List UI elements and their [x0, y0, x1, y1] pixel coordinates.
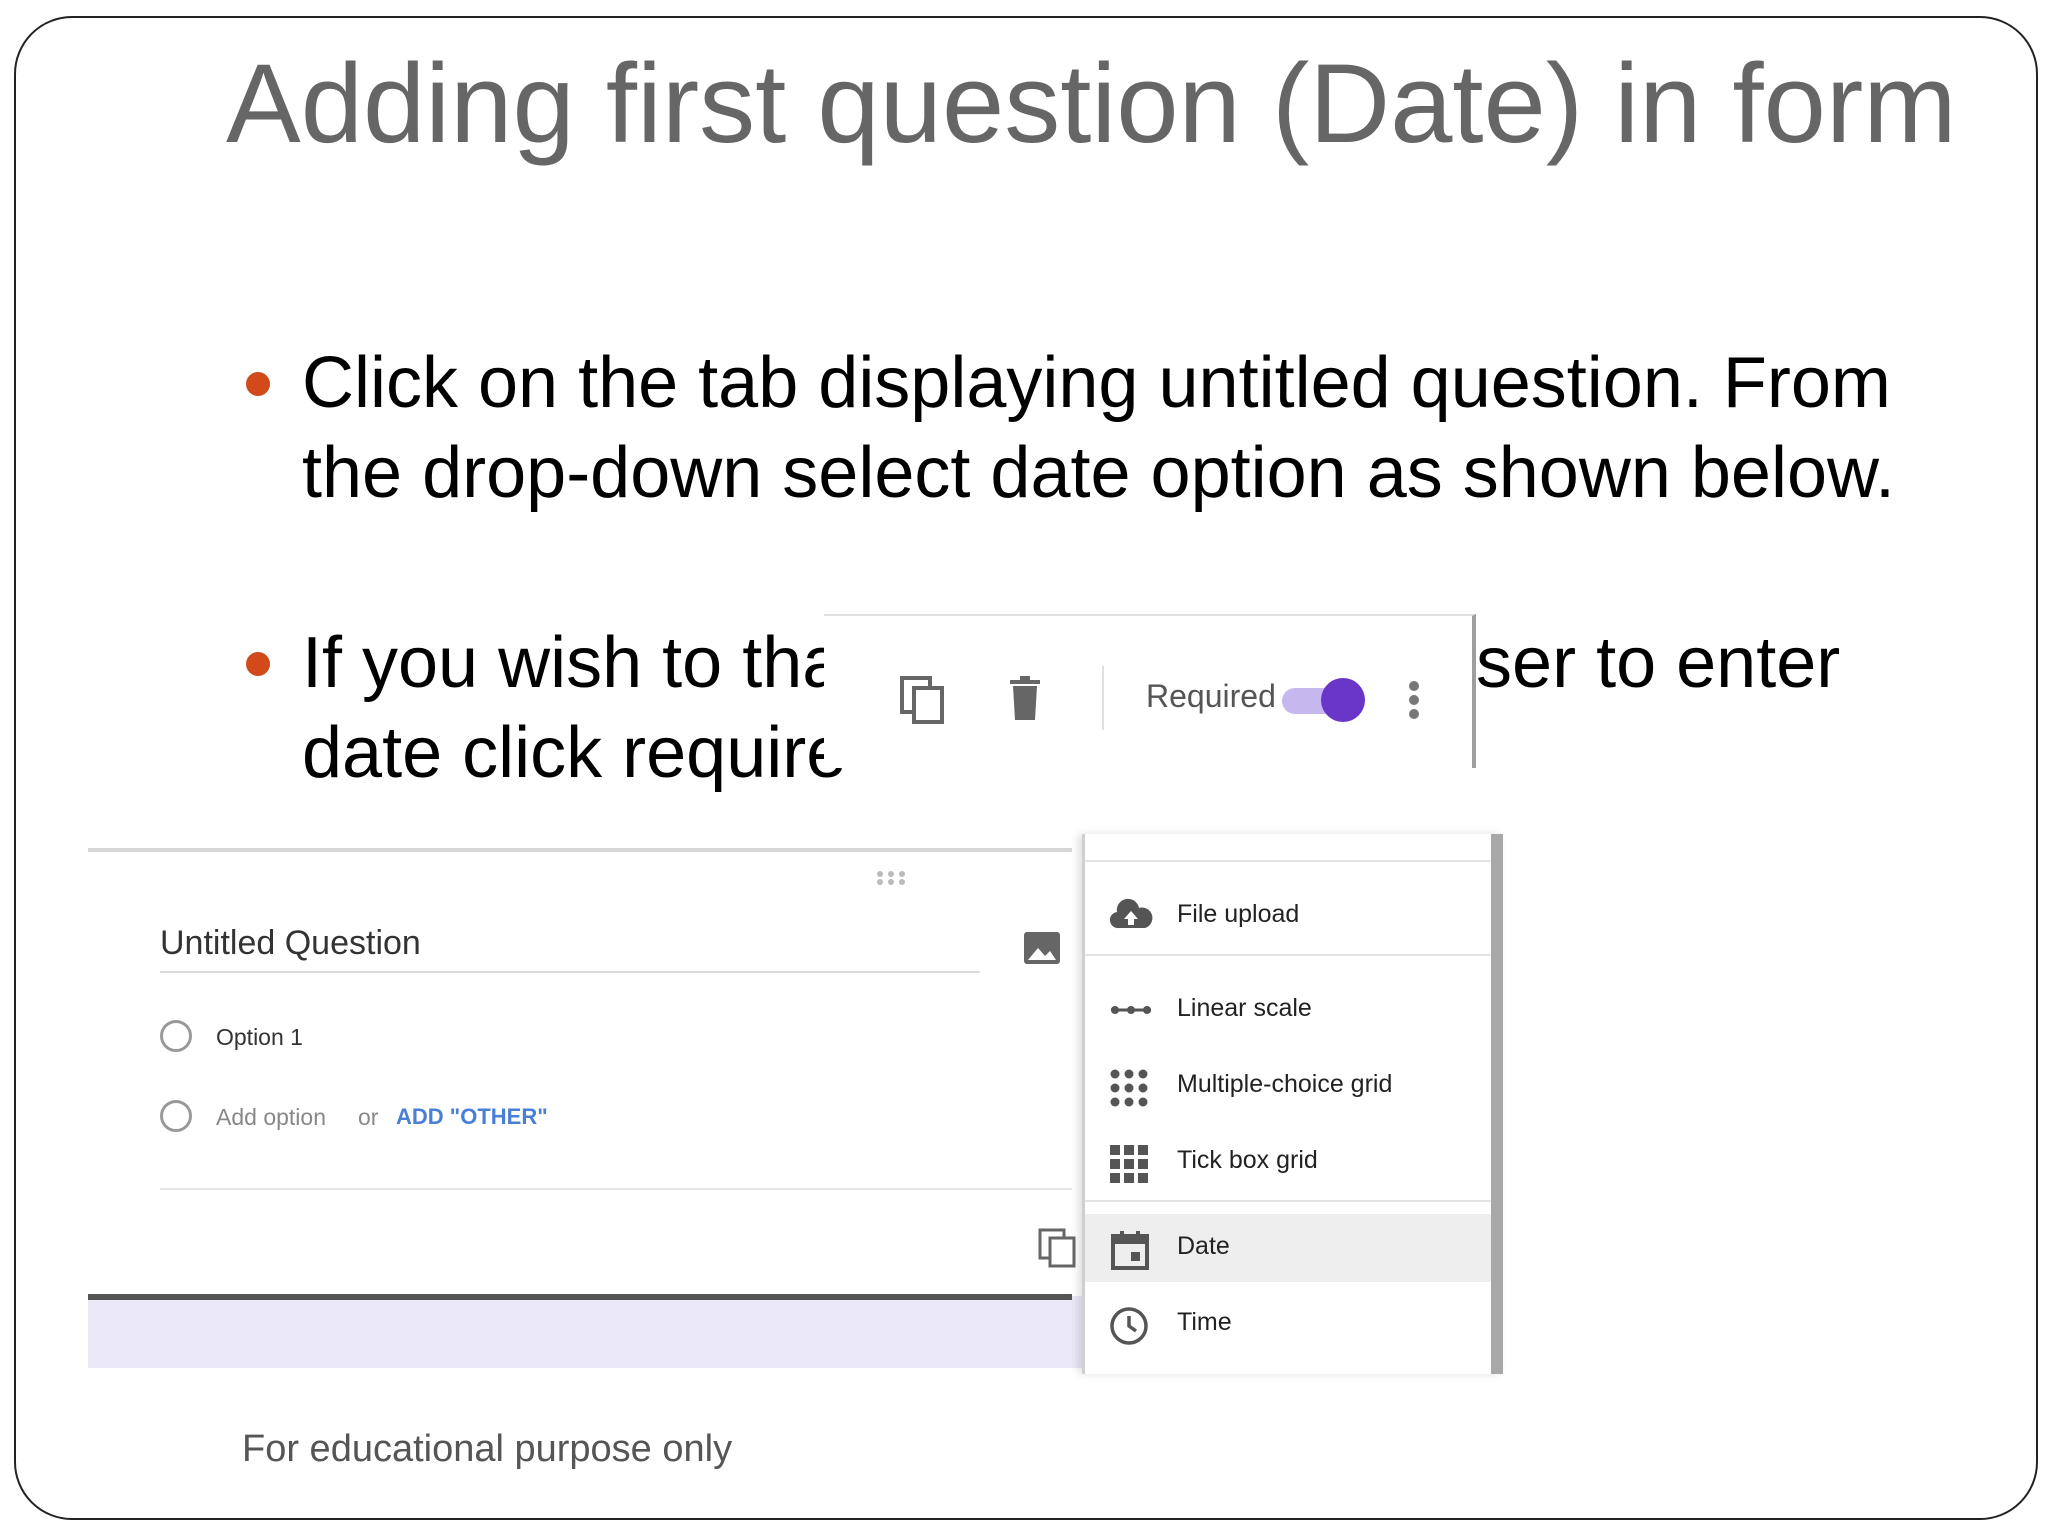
- add-other-link[interactable]: ADD "OTHER": [396, 1104, 548, 1130]
- add-option-radio: [160, 1100, 192, 1132]
- calendar-icon: [1109, 1230, 1153, 1270]
- menu-divider: [1085, 1200, 1491, 1202]
- bullet-dot-icon: [246, 652, 270, 676]
- footer-note: For educational purpose only: [242, 1428, 733, 1470]
- menu-item-time[interactable]: Time: [1085, 1290, 1491, 1358]
- bullet-item: Click on the tab displaying untitled que…: [226, 338, 1986, 518]
- menu-item-tick-box-grid[interactable]: Tick box grid: [1085, 1128, 1491, 1196]
- bullet-list: Click on the tab displaying untitled que…: [226, 338, 1986, 538]
- menu-item-multiple-choice-grid[interactable]: Multiple-choice grid: [1085, 1052, 1491, 1120]
- menu-divider: [1085, 860, 1491, 862]
- menu-item-label: Time: [1177, 1308, 1232, 1336]
- bullet-text-continued: user to enter: [1436, 623, 1841, 703]
- linear-scale-icon: [1109, 992, 1153, 1028]
- card-divider: [160, 1188, 1072, 1190]
- bullet-dot-icon: [246, 372, 270, 396]
- image-icon[interactable]: [1024, 932, 1060, 969]
- add-option-link[interactable]: Add option: [216, 1104, 326, 1131]
- toolbar-divider: [1102, 666, 1104, 730]
- more-vert-icon[interactable]: [1408, 680, 1420, 725]
- clock-icon: [1109, 1306, 1153, 1345]
- bullet-text-continued: date click require: [302, 713, 847, 793]
- bullet-text: Click on the tab displaying untitled que…: [302, 343, 1896, 513]
- cloud-upload-icon: [1109, 898, 1153, 934]
- question-title-input[interactable]: Untitled Question: [160, 924, 980, 973]
- menu-item-label: Multiple-choice grid: [1177, 1070, 1393, 1098]
- menu-item-file-upload[interactable]: File upload: [1085, 882, 1491, 950]
- copy-icon[interactable]: [900, 676, 946, 731]
- copy-icon[interactable]: [1038, 1228, 1078, 1275]
- option-1-label[interactable]: Option 1: [216, 1024, 303, 1051]
- option-radio[interactable]: [160, 1020, 192, 1052]
- menu-divider: [1085, 954, 1491, 956]
- square-grid-icon: [1109, 1144, 1153, 1183]
- required-label: Required: [1146, 678, 1276, 714]
- drag-handle-icon[interactable]: [876, 870, 906, 891]
- trash-icon[interactable]: [1008, 676, 1042, 725]
- dot-grid-icon: [1109, 1068, 1153, 1107]
- menu-item-linear-scale[interactable]: Linear scale: [1085, 976, 1491, 1044]
- menu-item-label: Tick box grid: [1177, 1146, 1318, 1174]
- toggle-knob: [1321, 678, 1365, 722]
- question-toolbar: Required: [824, 614, 1476, 768]
- menu-item-label: Date: [1177, 1232, 1230, 1260]
- question-card[interactable]: Untitled Question Option 1 Add option or…: [88, 848, 1076, 1300]
- bullet-text: If you wish to tha: [302, 623, 843, 703]
- or-text: or: [358, 1104, 379, 1130]
- menu-item-date[interactable]: Date: [1085, 1214, 1491, 1282]
- slide-title: Adding first question (Date) in form: [226, 41, 1957, 166]
- question-type-menu: File upload Linear scale Multiple-choice…: [1082, 834, 1503, 1374]
- menu-item-label: File upload: [1177, 900, 1300, 928]
- menu-item-label: Linear scale: [1177, 994, 1312, 1022]
